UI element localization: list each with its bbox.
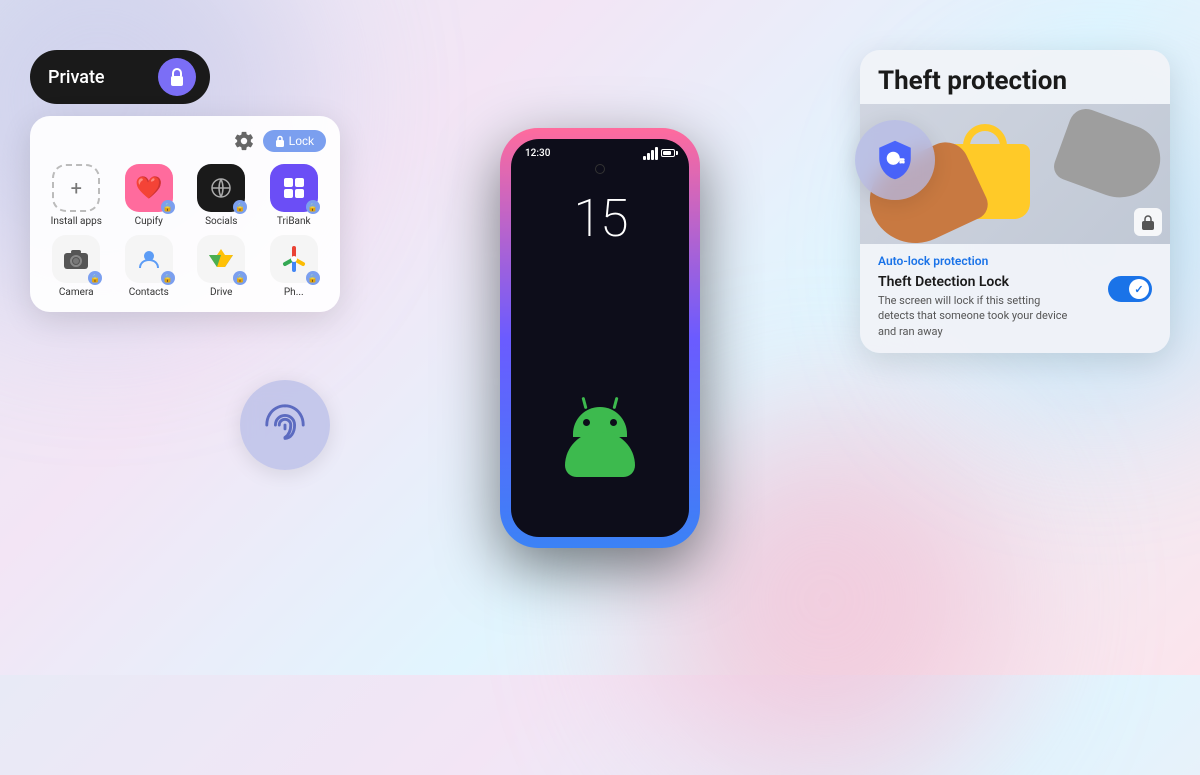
install-apps-icon: + — [52, 164, 100, 212]
app-label: Contacts — [129, 287, 169, 298]
phone-clock: 15 — [573, 188, 626, 249]
fingerprint-icon — [262, 402, 308, 448]
left-panel: Private Lock — [30, 50, 340, 312]
gear-icon[interactable] — [233, 130, 255, 152]
app-lock-badge: 🔒 — [161, 271, 175, 285]
android-eye-right — [610, 419, 617, 426]
list-item[interactable]: 🔒 Drive — [189, 235, 254, 298]
phone-time: 12:30 — [525, 148, 550, 159]
app-label: Cupify — [135, 216, 163, 227]
android-eye-left — [583, 419, 590, 426]
lock-button-label: Lock — [289, 134, 314, 148]
list-item[interactable]: 🔒 Ph... — [262, 235, 327, 298]
private-space-toggle[interactable]: Private — [30, 50, 210, 104]
image-lock-icon — [1134, 208, 1162, 236]
main-scene: Private Lock — [0, 0, 1200, 675]
theft-protection-card: Theft protection — [860, 50, 1170, 353]
camera-notch — [595, 164, 605, 174]
auto-lock-label: Auto-lock protection — [878, 254, 1152, 268]
list-item[interactable]: 🔒 Camera — [44, 235, 109, 298]
list-item[interactable]: 🔒 TriBank — [262, 164, 327, 227]
list-item[interactable]: + Install apps — [44, 164, 109, 227]
android-body — [565, 432, 635, 477]
drive-icon: 🔒 — [197, 235, 245, 283]
theft-detection-desc: The screen will lock if this setting det… — [878, 293, 1078, 339]
android-robot — [555, 392, 645, 477]
private-lock-icon — [158, 58, 196, 96]
list-item[interactable]: ❤️ 🔒 Cupify — [117, 164, 182, 227]
app-label: Install apps — [51, 216, 102, 227]
key-shield-bubble — [855, 120, 935, 200]
right-panel: Theft protection — [860, 50, 1170, 353]
bg-decoration-2 — [650, 425, 1000, 775]
fingerprint-bubble — [240, 380, 330, 470]
phone-status-icons — [643, 147, 675, 160]
app-label: Ph... — [284, 287, 304, 298]
app-label: Drive — [210, 287, 232, 298]
signal-icon — [643, 147, 658, 160]
phone-device: 12:30 15 — [500, 128, 700, 548]
toggle-knob: ✓ — [1129, 279, 1149, 299]
app-grid-controls: Lock — [44, 130, 326, 152]
tribank-icon: 🔒 — [270, 164, 318, 212]
app-lock-badge: 🔒 — [161, 200, 175, 214]
theft-detection-text: Theft Detection Lock The screen will loc… — [878, 274, 1078, 339]
socials-icon: 🔒 — [197, 164, 245, 212]
key-shield-icon — [874, 139, 916, 181]
theft-protection-title: Theft protection — [860, 50, 1170, 104]
phone-status-bar: 12:30 — [511, 139, 689, 160]
photos-icon: 🔒 — [270, 235, 318, 283]
theft-card-body: Auto-lock protection Theft Detection Loc… — [860, 244, 1170, 353]
app-lock-badge: 🔒 — [233, 200, 247, 214]
app-grid-card: Lock + Install apps ❤️ 🔒 Cupify — [30, 116, 340, 312]
camera-icon: 🔒 — [52, 235, 100, 283]
toggle-check-icon: ✓ — [1134, 283, 1143, 296]
list-item[interactable]: 🔒 Contacts — [117, 235, 182, 298]
theft-detection-toggle[interactable]: ✓ — [1108, 276, 1152, 302]
app-lock-badge: 🔒 — [306, 271, 320, 285]
private-label: Private — [48, 67, 105, 88]
app-lock-badge: 🔒 — [88, 271, 102, 285]
app-label: Socials — [205, 216, 237, 227]
list-item[interactable]: 🔒 Socials — [189, 164, 254, 227]
android-antenna-left — [581, 396, 587, 408]
theft-detection-row: Theft Detection Lock The screen will loc… — [878, 274, 1152, 339]
app-lock-badge: 🔒 — [306, 200, 320, 214]
phone-screen: 12:30 15 — [511, 139, 689, 537]
android-antenna-right — [612, 396, 618, 408]
contacts-icon: 🔒 — [125, 235, 173, 283]
cupify-icon: ❤️ 🔒 — [125, 164, 173, 212]
theft-detection-title: Theft Detection Lock — [878, 274, 1078, 290]
app-lock-badge: 🔒 — [233, 271, 247, 285]
lock-button[interactable]: Lock — [263, 130, 326, 152]
app-grid: + Install apps ❤️ 🔒 Cupify — [44, 164, 326, 298]
app-label: Camera — [59, 287, 94, 298]
battery-icon — [661, 149, 675, 157]
app-label: TriBank — [277, 216, 311, 227]
